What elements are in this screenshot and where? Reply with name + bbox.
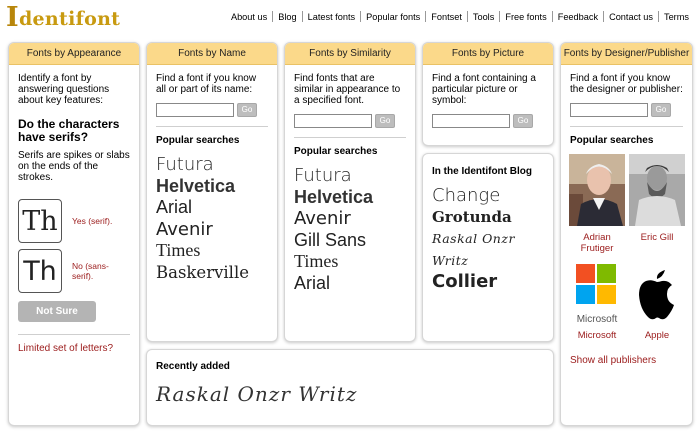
nav-about-us[interactable]: About us xyxy=(226,12,272,22)
name-panel-title: Fonts by Name xyxy=(147,43,277,65)
popular-arial[interactable]: Arial xyxy=(156,197,268,219)
publisher-microsoft[interactable]: Microsoft Microsoft xyxy=(569,264,625,341)
show-all-publishers-link[interactable]: Show all publishers xyxy=(570,355,683,366)
nav-blog[interactable]: Blog xyxy=(273,12,301,22)
nav-latest-fonts[interactable]: Latest fonts xyxy=(303,12,361,22)
limited-letters-link[interactable]: Limited set of letters? xyxy=(18,343,130,354)
divider xyxy=(570,126,683,127)
similar-futura[interactable]: Futura xyxy=(294,165,406,187)
nav-popular-fonts[interactable]: Popular fonts xyxy=(361,12,425,22)
serif-definition: Serifs are spikes or slabs on the ends o… xyxy=(18,150,130,183)
blog-raskal[interactable]: Raskal Onzr Writz xyxy=(432,228,544,271)
yes-serif-label[interactable]: Yes (serif). xyxy=(72,216,112,226)
microsoft-logo-text: Microsoft xyxy=(576,314,618,325)
publisher-name[interactable]: Microsoft xyxy=(569,330,625,341)
picture-panel-title: Fonts by Picture xyxy=(423,43,553,65)
blog-title: In the Identifont Blog xyxy=(432,166,532,177)
name-go-button[interactable]: Go xyxy=(237,103,257,117)
designer-name[interactable]: Eric Gill xyxy=(629,232,685,243)
nav-feedback[interactable]: Feedback xyxy=(553,12,603,22)
popular-baskerville[interactable]: Baskerville xyxy=(156,262,268,284)
eric-gill-photo[interactable] xyxy=(629,154,685,226)
popular-helvetica[interactable]: Helvetica xyxy=(156,176,268,198)
similarity-popular-title: Popular searches xyxy=(294,146,378,157)
popular-futura[interactable]: Futura xyxy=(156,154,268,176)
serif-question: Do the characters have serifs? xyxy=(18,117,120,144)
similarity-panel: Fonts by Similarity Find fonts that are … xyxy=(284,42,416,342)
apple-logo[interactable] xyxy=(629,264,685,324)
designer-intro: Find a font if you know the designer or … xyxy=(570,73,683,95)
nav-free-fonts[interactable]: Free fonts xyxy=(500,12,551,22)
appearance-intro: Identify a font by answering questions a… xyxy=(18,73,110,106)
picture-intro: Find a font containing a particular pict… xyxy=(432,73,536,106)
sans-serif-sample[interactable]: Th xyxy=(18,249,62,293)
similar-avenir[interactable]: Avenir xyxy=(294,208,406,230)
no-sans-serif-label[interactable]: No (sans-serif). xyxy=(72,261,112,281)
similar-arial[interactable]: Arial xyxy=(294,273,406,295)
publisher-name[interactable]: Apple xyxy=(629,330,685,341)
designer-eric-gill[interactable]: Eric Gill xyxy=(629,154,685,254)
designer-name[interactable]: Adrian Frutiger xyxy=(569,232,625,254)
blog-collier[interactable]: Collier xyxy=(432,271,544,293)
similar-gill-sans[interactable]: Gill Sans xyxy=(294,230,406,252)
blog-change[interactable]: Change xyxy=(432,185,544,207)
nav-contact-us[interactable]: Contact us xyxy=(604,12,658,22)
top-nav: About us Blog Latest fonts Popular fonts… xyxy=(226,11,694,22)
designer-popular-title: Popular searches xyxy=(570,135,654,146)
nav-fontset[interactable]: Fontset xyxy=(426,12,467,22)
recent-panel: Recently added Raskal Onzr Writz xyxy=(146,349,554,426)
recent-title: Recently added xyxy=(156,361,230,372)
serif-no-option[interactable]: Th No (sans-serif). xyxy=(18,249,130,293)
blog-panel: In the Identifont Blog Change Grotunda R… xyxy=(422,153,554,342)
site-header: Identifont About us Blog Latest fonts Po… xyxy=(0,0,700,36)
nav-tools[interactable]: Tools xyxy=(468,12,499,22)
similarity-intro: Find fonts that are similar in appearanc… xyxy=(294,73,401,106)
appearance-panel-title: Fonts by Appearance xyxy=(9,43,139,65)
appearance-panel: Fonts by Appearance Identify a font by a… xyxy=(8,42,140,426)
similarity-panel-title: Fonts by Similarity xyxy=(285,43,415,65)
designer-search-input[interactable] xyxy=(570,103,648,117)
similar-helvetica[interactable]: Helvetica xyxy=(294,187,406,209)
nav-terms[interactable]: Terms xyxy=(659,12,694,22)
designer-panel-title: Fonts by Designer/Publisher xyxy=(561,43,692,65)
similarity-go-button[interactable]: Go xyxy=(375,114,395,128)
name-intro: Find a font if you know all or part of i… xyxy=(156,73,257,95)
popular-avenir[interactable]: Avenir xyxy=(156,219,268,241)
name-search-input[interactable] xyxy=(156,103,234,117)
serif-sample[interactable]: Th xyxy=(18,199,62,243)
divider xyxy=(294,137,406,138)
name-popular-title: Popular searches xyxy=(156,135,240,146)
designer-go-button[interactable]: Go xyxy=(651,103,671,117)
designer-panel: Fonts by Designer/Publisher Find a font … xyxy=(560,42,693,426)
popular-times[interactable]: Times xyxy=(156,240,268,262)
identifont-logo[interactable]: Identifont xyxy=(6,4,120,31)
serif-yes-option[interactable]: Th Yes (serif). xyxy=(18,199,130,243)
adrian-frutiger-photo[interactable] xyxy=(569,154,625,226)
blog-grotunda[interactable]: Grotunda xyxy=(432,207,544,229)
designer-adrian-frutiger[interactable]: Adrian Frutiger xyxy=(569,154,625,254)
picture-search-input[interactable] xyxy=(432,114,510,128)
microsoft-logo[interactable]: Microsoft xyxy=(569,264,625,325)
publisher-apple[interactable]: Apple xyxy=(629,264,685,341)
divider xyxy=(156,126,268,127)
name-panel: Fonts by Name Find a font if you know al… xyxy=(146,42,278,342)
not-sure-button[interactable]: Not Sure xyxy=(18,301,96,322)
recent-font-sample[interactable]: Raskal Onzr Writz xyxy=(156,382,544,406)
picture-panel: Fonts by Picture Find a font containing … xyxy=(422,42,554,146)
similarity-search-input[interactable] xyxy=(294,114,372,128)
picture-go-button[interactable]: Go xyxy=(513,114,533,128)
divider xyxy=(18,334,130,335)
similar-times[interactable]: Times xyxy=(294,251,406,273)
